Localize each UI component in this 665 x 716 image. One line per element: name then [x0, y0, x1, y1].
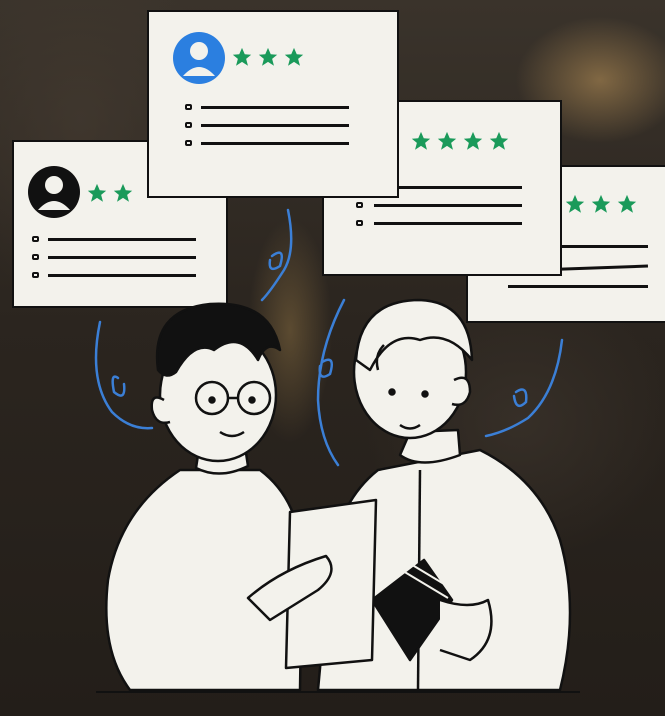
- person-left: [105, 302, 378, 692]
- people-illustration: [94, 208, 580, 693]
